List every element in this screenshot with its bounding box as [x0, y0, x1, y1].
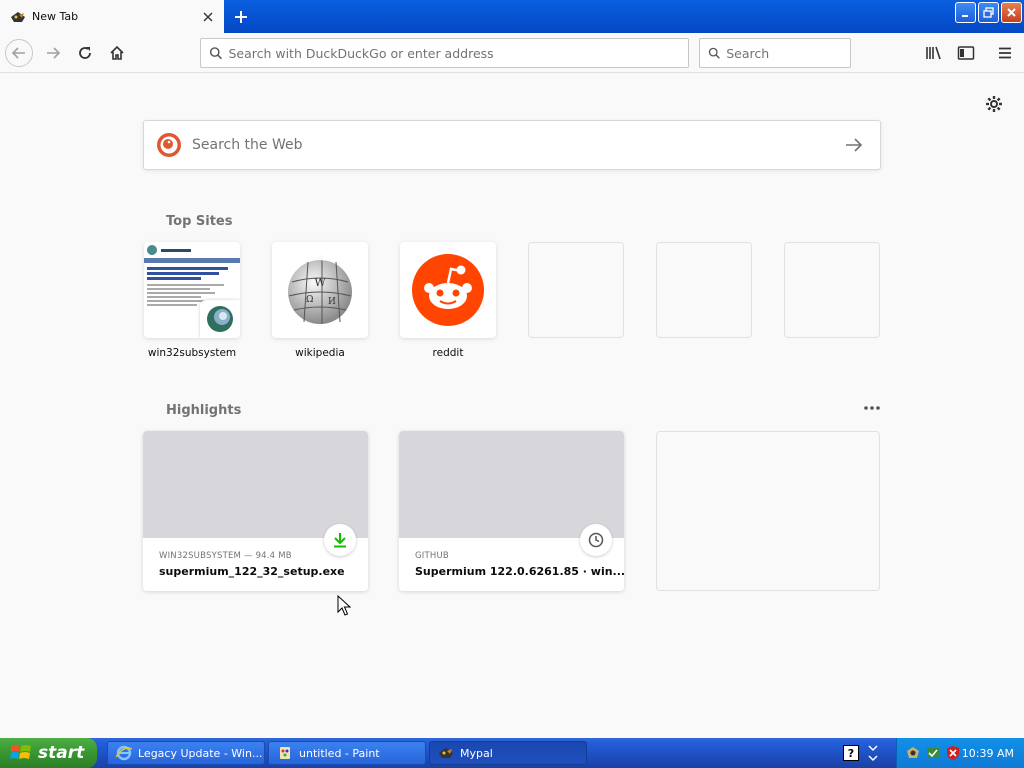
internet-explorer-icon — [116, 745, 132, 761]
library-icon — [926, 46, 941, 60]
network-icon[interactable] — [866, 744, 880, 762]
close-window-button[interactable] — [1001, 2, 1022, 23]
task-label: untitled - Paint — [299, 746, 380, 760]
highlight-thumbnail — [143, 431, 368, 538]
tray-app-icon[interactable] — [905, 745, 921, 761]
highlight-empty — [656, 431, 880, 591]
start-label: start — [38, 743, 85, 763]
top-site-wikipedia[interactable]: W Ω И wikipedia — [272, 242, 368, 359]
new-tab-page: Top Sites win32subsyst — [0, 74, 1024, 738]
wikipedia-globe-icon: W Ω И — [288, 254, 352, 324]
reload-icon — [79, 47, 91, 59]
top-sites-heading: Top Sites — [166, 214, 233, 229]
forward-arrow-icon — [47, 47, 61, 59]
top-site-empty[interactable] — [784, 242, 880, 338]
search-icon — [209, 47, 223, 60]
site-label: wikipedia — [295, 347, 345, 359]
reddit-logo-icon — [412, 254, 484, 326]
menu-button[interactable] — [993, 41, 1017, 65]
empty-tile — [528, 242, 624, 338]
tab-new-tab[interactable]: New Tab — [0, 0, 224, 33]
paint-icon — [280, 747, 290, 759]
top-site-win32subsystem[interactable]: win32subsystem — [144, 242, 240, 359]
search-bar[interactable] — [699, 38, 851, 68]
tab-title: New Tab — [32, 10, 79, 23]
highlight-context: WIN32SUBSYSTEM — 94.4 MB — [159, 551, 292, 561]
search-submit-button[interactable] — [834, 125, 874, 165]
duckduckgo-icon — [157, 133, 181, 157]
sidebar-icon — [957, 46, 975, 60]
tab-strip: New Tab — [0, 0, 1024, 33]
web-search-box[interactable] — [143, 120, 881, 170]
more-options-icon[interactable] — [860, 398, 884, 418]
help-icon[interactable]: ? — [843, 745, 859, 761]
taskbar-item-mypal[interactable]: Mypal — [429, 741, 587, 765]
top-site-reddit[interactable]: reddit — [400, 242, 496, 359]
search-icon — [708, 47, 720, 59]
forward-button[interactable] — [39, 39, 67, 67]
security-shield-icon[interactable] — [945, 745, 961, 761]
restore-button[interactable] — [978, 2, 999, 23]
empty-tile — [656, 242, 752, 338]
site-label: reddit — [432, 347, 464, 359]
windows-taskbar: start Legacy Update - Win... untitled - … — [0, 738, 1024, 768]
svg-text:W: W — [314, 276, 326, 289]
address-input[interactable] — [228, 45, 688, 61]
tray-update-icon[interactable] — [925, 745, 941, 761]
taskbar-item-paint[interactable]: untitled - Paint — [268, 741, 426, 765]
arrow-right-icon — [846, 138, 863, 152]
svg-text:Ω: Ω — [306, 295, 313, 305]
mypal-icon — [439, 748, 453, 758]
highlight-title: supermium_122_32_setup.exe — [159, 565, 345, 578]
customize-gear-icon[interactable] — [984, 94, 1004, 114]
site-label: win32subsystem — [147, 347, 237, 359]
window-controls — [955, 2, 1022, 23]
supermium-logo-icon — [207, 306, 233, 332]
sidebar-button[interactable] — [954, 41, 978, 65]
hamburger-menu-icon — [999, 47, 1011, 59]
web-search-input[interactable] — [192, 137, 834, 153]
home-icon — [110, 45, 124, 60]
close-tab-icon[interactable] — [198, 7, 218, 27]
back-arrow-icon — [11, 47, 25, 59]
highlight-title: Supermium 122.0.6261.85 · win... — [415, 565, 626, 578]
highlights-heading: Highlights — [166, 403, 242, 418]
start-button[interactable]: start — [0, 738, 97, 768]
windows-logo-icon — [10, 745, 31, 759]
svg-text:И: И — [328, 297, 336, 307]
site-thumbnail: W Ω И — [272, 242, 368, 338]
home-button[interactable] — [103, 39, 131, 67]
highlight-thumbnail — [399, 431, 624, 538]
library-button[interactable] — [922, 41, 946, 65]
highlight-card[interactable]: WIN32SUBSYSTEM — 94.4 MB supermium_122_3… — [143, 431, 368, 591]
download-icon — [324, 524, 356, 556]
mypal-favicon-icon — [10, 9, 26, 25]
task-label: Mypal — [460, 746, 493, 760]
highlight-context: GITHUB — [415, 551, 449, 561]
task-label: Legacy Update - Win... — [138, 746, 263, 760]
navigation-toolbar — [0, 33, 1024, 73]
clock-icon — [580, 524, 612, 556]
highlight-card[interactable]: GITHUB Supermium 122.0.6261.85 · win... — [399, 431, 626, 591]
taskbar-item-legacy-update[interactable]: Legacy Update - Win... — [107, 741, 265, 765]
new-tab-button[interactable] — [228, 4, 254, 30]
top-site-empty[interactable] — [656, 242, 752, 338]
clock: 10:39 AM — [961, 746, 1014, 760]
back-button[interactable] — [5, 39, 33, 67]
empty-tile — [784, 242, 880, 338]
system-tray: 10:39 AM — [896, 738, 1024, 768]
search-input[interactable] — [726, 45, 850, 61]
site-thumbnail — [400, 242, 496, 338]
top-site-empty[interactable] — [528, 242, 624, 338]
site-thumbnail — [144, 242, 240, 338]
mouse-cursor-icon — [337, 595, 351, 616]
reload-button[interactable] — [71, 39, 99, 67]
minimize-button[interactable] — [955, 2, 976, 23]
address-bar[interactable] — [200, 38, 689, 68]
